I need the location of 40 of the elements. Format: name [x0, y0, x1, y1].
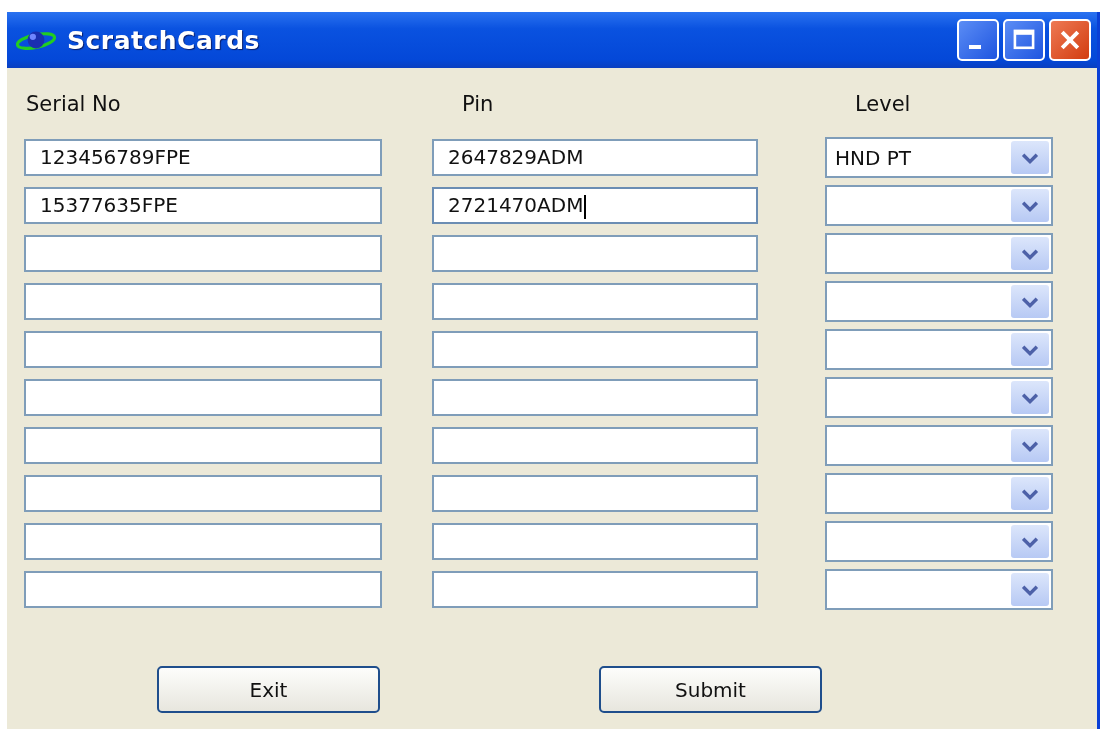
- serial-field[interactable]: [24, 523, 382, 560]
- column-header: Serial No: [25, 91, 122, 118]
- pin-field[interactable]: [432, 475, 758, 512]
- minimize-icon: [969, 45, 981, 49]
- action-button[interactable]: Submit: [599, 666, 822, 713]
- close-button[interactable]: [1049, 19, 1091, 61]
- pin-field[interactable]: [432, 331, 758, 368]
- pin-field[interactable]: 2647829ADM: [432, 139, 758, 176]
- level-dropdown[interactable]: [825, 377, 1053, 418]
- level-dropdown[interactable]: [825, 281, 1053, 322]
- pin-field[interactable]: [432, 283, 758, 320]
- serial-field[interactable]: [24, 427, 382, 464]
- level-dropdown[interactable]: [825, 521, 1053, 562]
- level-dropdown[interactable]: [825, 473, 1053, 514]
- level-dropdown[interactable]: [825, 569, 1053, 610]
- pin-field[interactable]: [432, 379, 758, 416]
- action-button[interactable]: Exit: [157, 666, 380, 713]
- level-dropdown[interactable]: [825, 329, 1053, 370]
- level-dropdown[interactable]: [825, 425, 1053, 466]
- pin-field[interactable]: [432, 523, 758, 560]
- window-title: ScratchCards: [67, 25, 260, 55]
- pin-field[interactable]: [432, 235, 758, 272]
- column-header: Pin: [461, 91, 495, 118]
- serial-field[interactable]: [24, 379, 382, 416]
- serial-field[interactable]: [24, 571, 382, 608]
- level-dropdown[interactable]: HND PT: [825, 137, 1053, 178]
- level-dropdown[interactable]: [825, 185, 1053, 226]
- level-dropdown[interactable]: [825, 233, 1053, 274]
- serial-field[interactable]: [24, 475, 382, 512]
- pin-field[interactable]: [432, 571, 758, 608]
- pin-field[interactable]: 2721470ADM: [432, 187, 758, 224]
- column-header: Level: [854, 91, 912, 118]
- pin-field[interactable]: [432, 427, 758, 464]
- serial-field[interactable]: 15377635FPE: [24, 187, 382, 224]
- serial-field[interactable]: 123456789FPE: [24, 139, 382, 176]
- serial-field[interactable]: [24, 235, 382, 272]
- serial-field[interactable]: [24, 331, 382, 368]
- maximize-button[interactable]: [1003, 19, 1045, 61]
- serial-field[interactable]: [24, 283, 382, 320]
- minimize-button[interactable]: [957, 19, 999, 61]
